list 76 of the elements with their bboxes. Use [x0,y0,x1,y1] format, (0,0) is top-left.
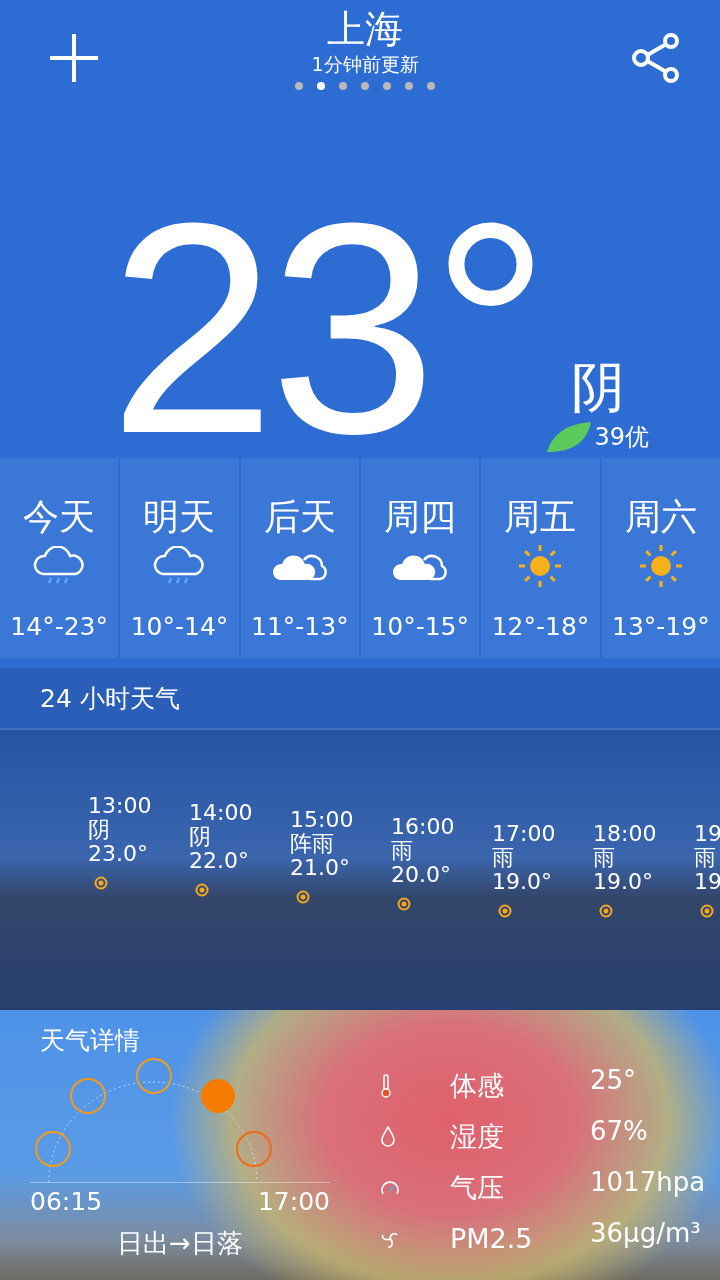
hour-time: 16:00 [391,815,456,839]
hour-time: 17:00 [492,822,557,846]
share-button[interactable] [630,32,682,84]
detail-value: 36μg/m³ [590,1217,702,1248]
hour-temperature: 19.0° [492,870,553,894]
water-drop-icon [380,1125,396,1148]
day-name: 明天 [143,496,216,538]
detail-value: 67% [590,1115,649,1146]
hour-time: 15:00 [290,808,355,832]
forecast-day[interactable]: 后天 11°-13° [240,458,359,658]
day-name: 周四 [384,496,457,538]
update-time: 1分钟前更新 [311,52,419,76]
forecast-day[interactable]: 明天 10°-14° [120,458,239,658]
detail-label: 气压 [450,1170,505,1205]
temperature-range: 14°-23° [10,612,108,642]
hour-condition: 雨 [492,846,515,870]
page-dot[interactable] [317,82,325,90]
page-dot[interactable] [361,82,369,90]
hour-condition: 阴 [88,818,111,842]
temperature-range: 12°-18° [491,612,590,642]
weather-condition: 阴 [571,356,626,420]
thermometer-icon [380,1073,392,1098]
page-dot[interactable] [405,82,413,90]
hour-time: 18:00 [593,822,658,846]
forecast-day[interactable]: 周六 13°-19° [601,458,720,658]
gauge-icon [380,1179,400,1196]
hour-time: 14:00 [189,801,254,825]
detail-label: 体感 [450,1068,505,1103]
temperature-range: 10°-15° [371,612,469,642]
page-dot[interactable] [295,82,303,90]
hour-temperature: 19 [694,870,720,894]
hour-condition: 阴 [189,825,212,849]
add-button[interactable] [48,32,100,84]
forecast-day[interactable]: 周五 12°-18° [481,458,600,658]
sunrise-time: 06:15 [30,1187,103,1216]
day-name: 今天 [23,496,96,538]
page-dot[interactable] [383,82,391,90]
page-dot[interactable] [339,82,347,90]
forecast-day[interactable]: 今天 14°-23° [0,458,119,658]
sunset-time: 17:00 [257,1187,330,1216]
detail-value: 1017hpa [590,1166,707,1197]
temperature-range: 13°-19° [612,612,710,642]
section-title: 天气详情 [40,1025,141,1057]
hour-time: 13:00 [88,794,153,818]
hour-temperature: 19.0° [593,870,654,894]
hour-temperature: 21.0° [290,856,351,880]
point-marker-icon [195,883,209,897]
forecast-day[interactable]: 周四 10°-15° [361,458,480,658]
hour-condition: 雨 [694,846,717,870]
hour-condition: 雨 [593,846,616,870]
sunrise-sunset-label: 日出→日落 [116,1227,244,1260]
point-marker-icon [498,904,512,918]
point-marker-icon [599,904,613,918]
hour-temperature: 20.0° [391,863,452,887]
hour-time: 19 [694,822,720,846]
hour-temperature: 22.0° [189,849,250,873]
detail-label: 湿度 [450,1119,505,1154]
air-quality: 39优 [594,422,650,453]
point-marker-icon [700,904,714,918]
temperature-range: 11°-13° [251,612,349,642]
page-dot[interactable] [427,82,435,90]
section-title: 24 小时天气 [40,682,180,715]
day-name: 周五 [504,496,577,538]
leaf-icon [544,420,593,454]
detail-value: 25° [590,1064,638,1095]
day-name: 后天 [263,496,336,538]
detail-label: PM2.5 [450,1223,534,1254]
day-name: 周六 [624,496,697,538]
hour-condition: 雨 [391,839,414,863]
point-marker-icon [397,897,411,911]
city-name: 上海 [327,6,403,52]
point-marker-icon [94,876,108,890]
hour-condition: 阵雨 [290,832,335,856]
point-marker-icon [296,890,310,904]
temperature-range: 10°-14° [130,612,229,642]
hour-temperature: 23.0° [88,842,149,866]
